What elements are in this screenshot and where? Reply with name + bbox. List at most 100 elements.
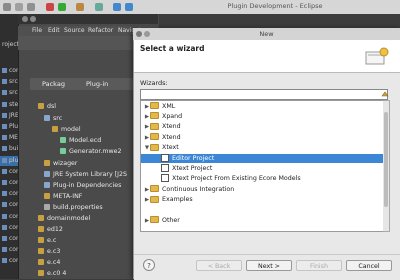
tree-node-icon [38,270,44,276]
wizard-label: Other [162,216,180,224]
back-button[interactable]: < Back [196,260,242,271]
project-icon [2,236,7,241]
wizard-tree[interactable]: ▶ XML ▶ Xpand ▶ Xtend ▶ Xtend ▼ Xtext Editor Proje… [140,100,384,232]
tree-item-label: e.c4 [47,259,61,266]
print-icon[interactable] [27,3,35,11]
tree-node-icon [38,259,44,265]
project-tree-item[interactable]: Generator.mwe2 [60,147,122,157]
wizard-category[interactable]: ▶ Xpand [141,112,383,122]
wizard-category[interactable]: ▶ Xtend [141,122,383,132]
wizard-label: Xtext [162,144,179,152]
project-tree-item[interactable]: build.properties [44,203,103,213]
project-icon [2,90,7,96]
project-tree-item[interactable]: wizager [44,159,78,169]
project-tree-item[interactable]: e.c [38,236,56,246]
tree-node-icon [38,237,44,243]
project-tree-item[interactable]: e.c0 4 [38,269,66,279]
tools-icon[interactable] [76,3,84,11]
nav-back-icon[interactable] [113,3,121,11]
tree-item-label: e.c3 [47,248,61,255]
project-tree-item[interactable]: Model.ecd [60,136,101,146]
tree-node-icon [38,226,44,232]
project-icon [2,213,7,219]
project-tree-item[interactable]: META-INF [44,192,82,202]
project-tree-item[interactable]: JRE System Library [J2S [44,170,127,180]
menu-edit[interactable]: Edit [48,26,60,36]
wizard-category[interactable]: ▶ Other [141,216,383,226]
project-icon [2,68,7,73]
background-window-titlebar [18,14,158,24]
project-icon [2,135,7,141]
scrollbar-thumb[interactable] [384,112,388,207]
folder-icon [150,195,159,203]
wizard-item [141,206,383,216]
folder-icon [150,122,159,130]
tree-item-label: wizager [53,160,78,167]
run-icon[interactable] [58,3,66,11]
folder-icon [150,216,159,224]
menu-refactor[interactable]: Refactor [88,26,113,36]
wizard-filter-input[interactable] [140,89,388,100]
wizard-category[interactable]: ▼ Xtext [141,143,383,153]
project-tree-item[interactable]: domainmodel [38,214,90,224]
wizard-category[interactable]: ▶ Examples [141,195,383,205]
clear-filter-icon[interactable] [381,90,389,98]
wizard-item[interactable]: Xtext Project [141,163,383,174]
tree-item-label: src [53,115,63,122]
project-tree-item[interactable]: model [52,125,81,135]
tree-item-label: e.c0 4 [47,270,67,277]
project-icon [2,146,7,152]
tree-node-icon [44,182,50,188]
tree-item-label: JRE System Library [J2S [53,171,128,178]
xtext-icon [161,174,169,183]
search-icon[interactable] [95,3,103,11]
project-icon [2,157,7,163]
project-icon [2,112,7,118]
project-icon [2,180,7,185]
help-button[interactable]: ? [143,259,155,271]
wizard-category[interactable]: ▶ Continuous Integration [141,185,383,195]
wizard-item[interactable]: Xtext Project From Existing Ecore Models [141,174,383,184]
wizard-label: Xpand [162,112,183,120]
project-icon [2,247,7,253]
tab-package-explorer[interactable]: Packag [42,78,65,90]
tree-node-icon [38,248,44,254]
left-strip-item-label: src [9,78,18,86]
project-icon [2,202,7,208]
wizard-category[interactable]: ▶ Xtend [141,133,383,143]
project-tree-item[interactable]: e.c4 [38,258,60,268]
wizard-label: Xtext Project [172,164,213,172]
new-icon[interactable] [3,3,11,11]
project-tree-item[interactable]: ed12 [38,225,63,235]
cancel-button[interactable]: Cancel [346,260,392,271]
save-icon[interactable] [15,3,23,11]
tree-item-label: domainmodel [47,215,91,222]
tree-item-label: model [61,126,81,133]
wizard-label: Xtend [162,133,181,141]
tree-node-icon [44,115,50,121]
finish-button[interactable]: Finish [296,260,342,271]
project-tree-item[interactable]: src [44,114,62,124]
debug-icon[interactable] [46,3,54,11]
tab-plugins[interactable]: Plug-in [86,78,108,90]
wizard-category[interactable]: ▶ XML [141,102,383,112]
project-tree-item[interactable]: dsl [38,102,56,112]
project-tree-item[interactable]: e.c3 [38,247,60,257]
next-button[interactable]: Next > [246,260,292,271]
tree-node-icon [38,103,44,109]
nav-forward-icon[interactable] [125,3,133,11]
project-icon [2,191,7,197]
folder-icon [150,133,159,141]
menu-file[interactable]: File [32,26,42,36]
project-icon [2,224,7,230]
tree-node-icon [38,215,44,221]
minimize-icon[interactable] [30,16,36,22]
menu-source[interactable]: Source [64,26,85,36]
wizard-label: Continuous Integration [162,185,235,193]
project-tree-item[interactable]: Plug-in Dependencies [44,181,121,191]
close-icon[interactable] [22,16,28,22]
wizard-banner-icon [364,46,390,66]
tree-node-icon [60,148,66,154]
tree-node-icon [52,126,58,132]
wizard-item[interactable]: Editor Project [141,153,383,163]
